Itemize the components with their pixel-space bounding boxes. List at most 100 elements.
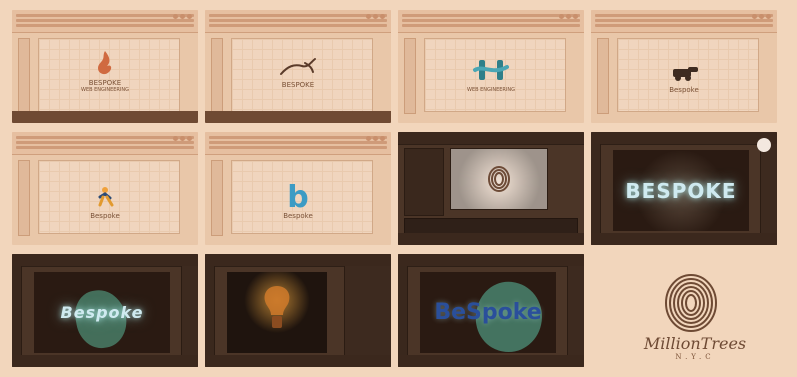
- panels-dock[interactable]: [760, 144, 777, 245]
- panels-dock[interactable]: [567, 266, 584, 367]
- toolbar-row: [402, 19, 580, 22]
- browser-chrome: [205, 132, 391, 155]
- toolbar-row: [16, 24, 194, 27]
- tool-sidebar[interactable]: [597, 38, 609, 114]
- avatar[interactable]: [757, 138, 771, 152]
- toolbar-row: [209, 141, 387, 144]
- image-canvas[interactable]: Bespoke: [34, 272, 170, 353]
- project-panel[interactable]: [404, 148, 444, 216]
- image-canvas[interactable]: [227, 272, 327, 353]
- brand-location: N.Y.C: [675, 353, 715, 361]
- window-controls[interactable]: [366, 14, 385, 19]
- window-controls[interactable]: [752, 14, 771, 19]
- browser-chrome: [591, 10, 777, 33]
- close-icon[interactable]: [187, 136, 192, 141]
- toolbar-row: [16, 136, 194, 139]
- toolbar-row: [209, 19, 387, 22]
- maximize-icon[interactable]: [180, 136, 185, 141]
- toolbar-row: [595, 14, 773, 17]
- browser-chrome: [205, 10, 391, 33]
- design-canvas[interactable]: [424, 38, 566, 112]
- photoshop-menubar[interactable]: [12, 254, 198, 267]
- design-canvas[interactable]: [38, 160, 180, 234]
- tool-sidebar[interactable]: [404, 38, 416, 114]
- taskbar[interactable]: [12, 111, 198, 123]
- tile-web-3[interactable]: WEB ENGINEERING: [398, 10, 584, 123]
- minimize-icon[interactable]: [366, 136, 371, 141]
- tile-web-2[interactable]: BESPOKE: [205, 10, 391, 123]
- editor-menubar[interactable]: [398, 132, 584, 145]
- minimize-icon[interactable]: [173, 14, 178, 19]
- design-canvas[interactable]: [38, 38, 180, 112]
- toolbar-row: [16, 14, 194, 17]
- tile-web-5[interactable]: Bespoke: [12, 132, 198, 245]
- tool-sidebar[interactable]: [18, 160, 30, 236]
- close-icon[interactable]: [573, 14, 578, 19]
- window-controls[interactable]: [366, 136, 385, 141]
- taskbar[interactable]: [591, 233, 777, 245]
- window-controls[interactable]: [173, 136, 192, 141]
- image-canvas[interactable]: BESPOKE: [613, 150, 749, 231]
- toolbar-row: [16, 19, 194, 22]
- taskbar[interactable]: [205, 355, 391, 367]
- tile-web-1[interactable]: BESPOKE WEB ENGINEERING: [12, 10, 198, 123]
- tool-sidebar[interactable]: [18, 38, 30, 114]
- window-controls[interactable]: [559, 14, 578, 19]
- toolbar-row: [209, 146, 387, 149]
- brand-signature: MillionTrees: [643, 334, 747, 353]
- minimize-icon[interactable]: [752, 14, 757, 19]
- panels-dock[interactable]: [181, 266, 198, 367]
- tile-photoshop-4[interactable]: BeSpoke: [398, 254, 584, 367]
- photoshop-menubar[interactable]: [591, 132, 777, 145]
- maximize-icon[interactable]: [180, 14, 185, 19]
- minimize-icon[interactable]: [173, 136, 178, 141]
- photoshop-window: Bespoke: [12, 254, 198, 367]
- maximize-icon[interactable]: [373, 14, 378, 19]
- window-controls[interactable]: [173, 14, 192, 19]
- photoshop-window: BeSpoke: [398, 254, 584, 367]
- tools-panel[interactable]: [398, 266, 408, 367]
- design-canvas[interactable]: [617, 38, 759, 112]
- tile-photoshop-2[interactable]: Bespoke: [12, 254, 198, 367]
- tile-photoshop-1[interactable]: BESPOKE: [591, 132, 777, 245]
- tile-photoshop-3[interactable]: [205, 254, 391, 367]
- toolbar-row: [209, 24, 387, 27]
- minimize-icon[interactable]: [559, 14, 564, 19]
- toolbar-row: [595, 24, 773, 27]
- layers-panel[interactable]: [344, 266, 391, 367]
- tool-sidebar[interactable]: [211, 38, 223, 114]
- close-icon[interactable]: [380, 136, 385, 141]
- maximize-icon[interactable]: [566, 14, 571, 19]
- tools-panel[interactable]: [205, 266, 215, 367]
- lightbulb-icon: [264, 286, 290, 328]
- close-icon[interactable]: [766, 14, 771, 19]
- taskbar[interactable]: [12, 355, 198, 367]
- tools-panel[interactable]: [12, 266, 22, 367]
- photoshop-menubar[interactable]: [398, 254, 584, 267]
- tool-sidebar[interactable]: [211, 160, 223, 236]
- design-canvas[interactable]: [231, 38, 373, 112]
- green-shape: [469, 275, 549, 359]
- fingerprint-thumb-icon: [488, 166, 510, 192]
- tile-web-4[interactable]: Bespoke: [591, 10, 777, 123]
- close-icon[interactable]: [187, 14, 192, 19]
- toolbar-row: [209, 136, 387, 139]
- design-canvas[interactable]: [231, 160, 373, 234]
- close-icon[interactable]: [380, 14, 385, 19]
- minimize-icon[interactable]: [366, 14, 371, 19]
- taskbar[interactable]: [205, 111, 391, 123]
- maximize-icon[interactable]: [759, 14, 764, 19]
- tile-video-editor[interactable]: [398, 132, 584, 245]
- tile-web-6[interactable]: b Bespoke: [205, 132, 391, 245]
- toolbar-row: [402, 24, 580, 27]
- fingerprint-logo-icon: [665, 274, 717, 332]
- tools-panel[interactable]: [591, 144, 601, 245]
- maximize-icon[interactable]: [373, 136, 378, 141]
- taskbar[interactable]: [398, 355, 584, 367]
- browser-chrome: [12, 132, 198, 155]
- preview-monitor[interactable]: [450, 148, 548, 210]
- toolbar-row: [16, 146, 194, 149]
- browser-chrome: [398, 10, 584, 33]
- taskbar[interactable]: [398, 233, 584, 245]
- image-canvas[interactable]: BeSpoke: [420, 272, 556, 359]
